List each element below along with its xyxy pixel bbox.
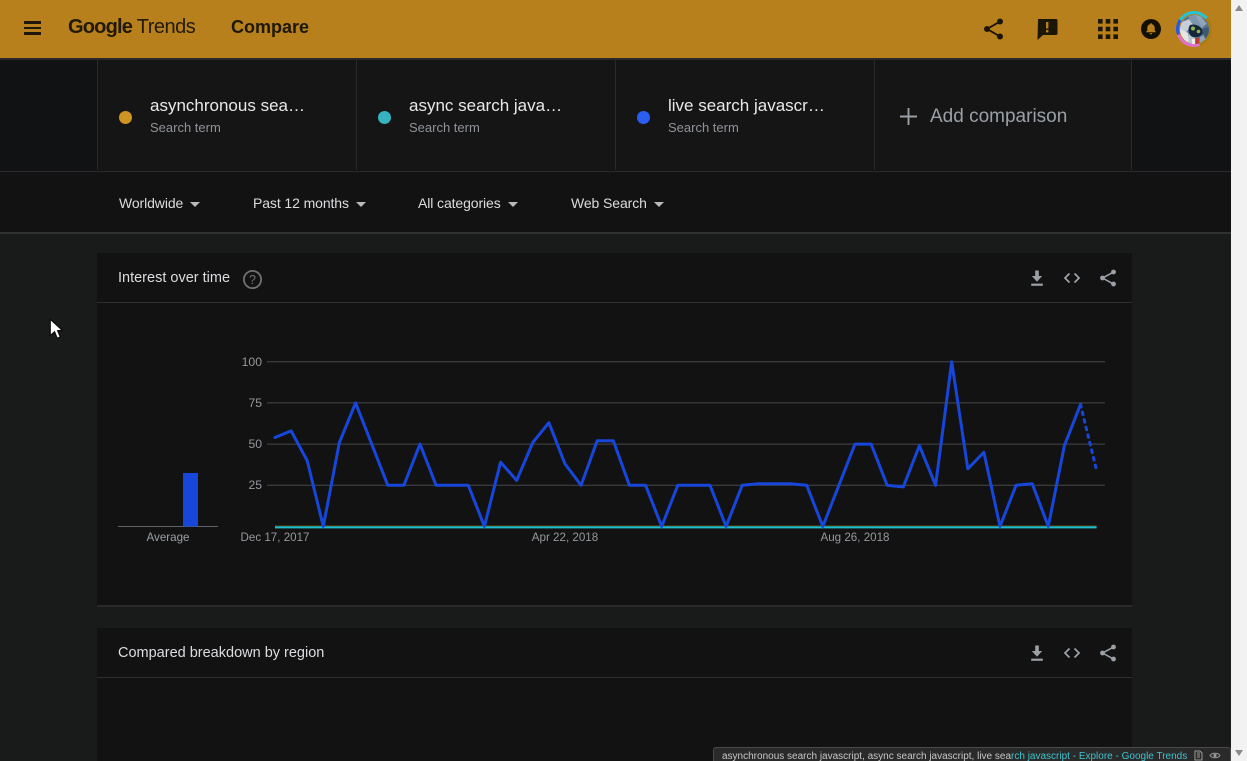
svg-text:Aug 26, 2018: Aug 26, 2018 — [821, 531, 890, 544]
svg-text:Apr 22, 2018: Apr 22, 2018 — [532, 531, 598, 544]
svg-text:100: 100 — [242, 355, 263, 369]
svg-text:Dec 17, 2017: Dec 17, 2017 — [241, 531, 310, 544]
svg-text:75: 75 — [248, 396, 262, 410]
svg-text:25: 25 — [248, 478, 262, 492]
svg-text:50: 50 — [248, 437, 262, 451]
svg-text:Average: Average — [147, 531, 190, 544]
